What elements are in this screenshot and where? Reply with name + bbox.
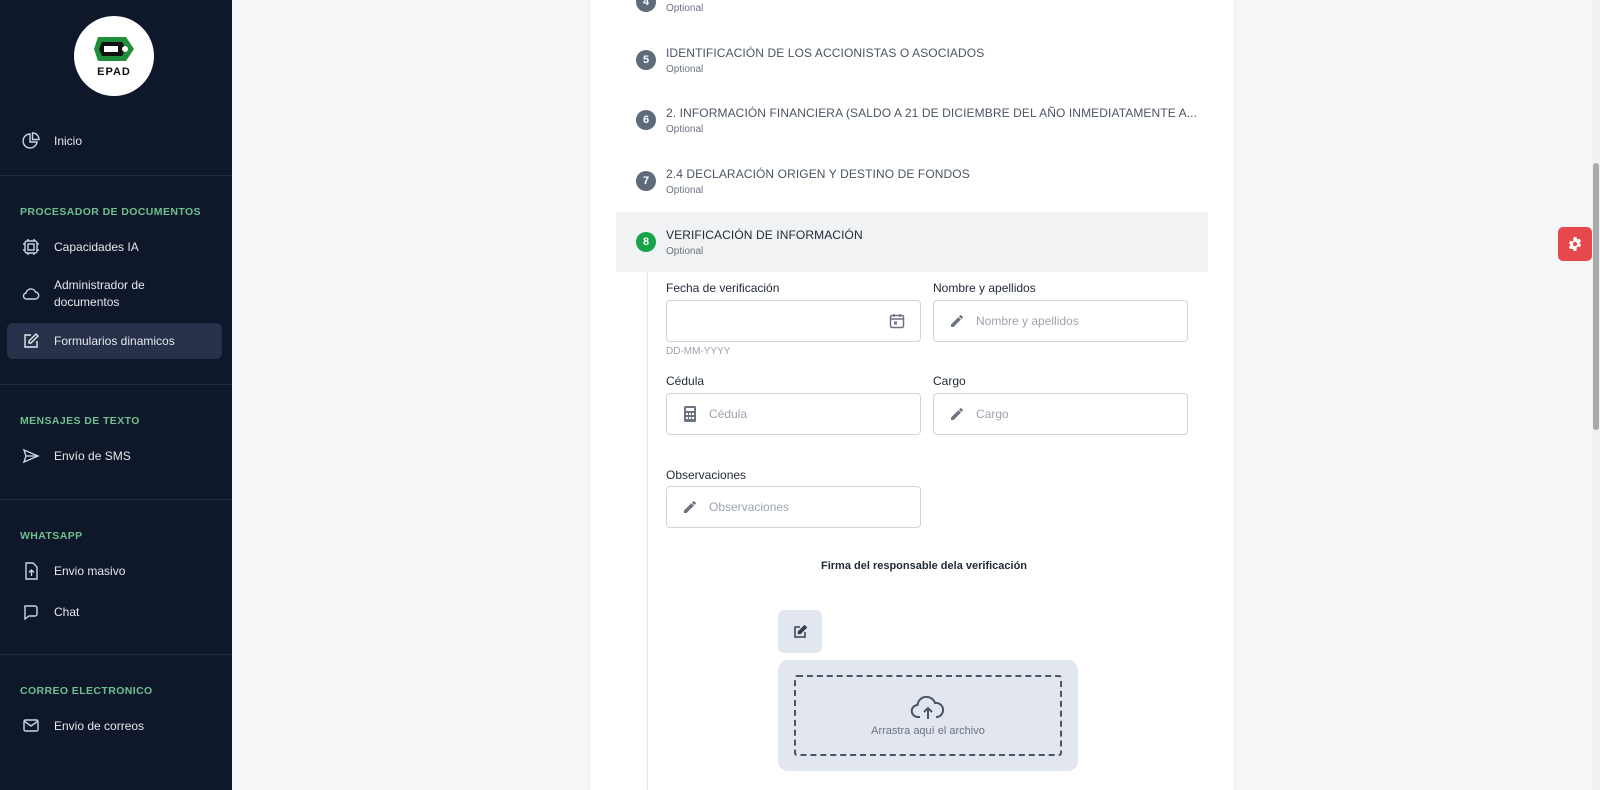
file-dropzone-area[interactable]: Arrastra aquí el archivo — [794, 675, 1062, 756]
sidebar-item-chat[interactable]: Chat — [7, 595, 222, 629]
sidebar-item-label: Envio de correos — [54, 718, 145, 733]
step-6[interactable]: 6 2. INFORMACIÓN FINANCIERA (SALDO A 21 … — [616, 100, 1208, 140]
step-8[interactable]: 8 VERIFICACIÓN DE INFORMACIÓN Optional — [616, 212, 1208, 272]
sidebar-item-label: Envio masivo — [54, 563, 126, 578]
sidebar-item-label: Administrador de documentos — [54, 278, 145, 309]
step-number: 8 — [636, 232, 656, 252]
sidebar-item-inicio[interactable]: Inicio — [7, 124, 222, 158]
signature-title: Firma del responsable dela verificación — [820, 560, 1028, 572]
step-number: 5 — [636, 50, 656, 70]
pencil-icon — [681, 498, 699, 516]
logo-text: EPAD — [97, 66, 131, 78]
section-title-mensajes: MENSAJES DE TEXTO — [20, 415, 140, 427]
fecha-hint: DD-MM-YYYY — [666, 346, 731, 357]
mail-icon — [21, 716, 41, 736]
calculator-icon — [681, 405, 699, 423]
section-title-procesador: PROCESADOR DE DOCUMENTOS — [20, 206, 201, 218]
epad-logo-icon — [94, 37, 134, 61]
dropzone-text: Arrastra aquí el archivo — [871, 724, 985, 737]
observaciones-input[interactable]: Observaciones — [666, 486, 921, 528]
step-optional: Optional — [666, 64, 704, 75]
sidebar-item-label: Inicio — [54, 133, 83, 148]
step-4[interactable]: 4 Optional — [616, 0, 1208, 16]
step-number: 6 — [636, 110, 656, 130]
sidebar-item-formularios-dinamicos[interactable]: Formularios dinamicos — [7, 323, 222, 359]
step-connector-line — [647, 272, 648, 790]
divider — [0, 654, 232, 655]
section-title-correo: CORREO ELECTRONICO — [20, 685, 153, 697]
step-7[interactable]: 7 2.4 DECLARACIÓN ORIGEN Y DESTINO DE FO… — [616, 161, 1208, 201]
cargo-label: Cargo — [933, 374, 966, 388]
file-dropzone[interactable]: Arrastra aquí el archivo — [778, 660, 1078, 771]
fecha-input[interactable] — [666, 300, 921, 342]
sidebar-item-administrador-documentos[interactable]: Administrador de documentos — [7, 276, 222, 312]
file-upload-icon — [21, 561, 41, 581]
divider — [0, 175, 232, 176]
sidebar-item-capacidades-ia[interactable]: Capacidades IA — [7, 230, 222, 264]
signature-edit-button[interactable] — [778, 610, 822, 653]
divider — [0, 499, 232, 500]
sidebar-item-label: Formularios dinamicos — [54, 333, 175, 348]
nombre-label: Nombre y apellidos — [933, 281, 1036, 295]
cedula-label: Cédula — [666, 374, 705, 388]
step-optional: Optional — [666, 3, 704, 14]
nombre-placeholder: Nombre y apellidos — [976, 314, 1079, 328]
calendar-icon[interactable] — [888, 312, 906, 330]
step-5[interactable]: 5 IDENTIFICACIÓN DE LOS ACCIONISTAS O AS… — [616, 40, 1208, 80]
cpu-icon — [21, 237, 41, 257]
sidebar: EPAD Inicio PROCESADOR DE DOCUMENTOS Cap… — [0, 0, 232, 790]
sidebar-item-label: Envío de SMS — [54, 448, 131, 463]
sidebar-item-envio-masivo[interactable]: Envio masivo — [7, 554, 222, 588]
step-title: 2.4 DECLARACIÓN ORIGEN Y DESTINO DE FOND… — [666, 167, 970, 181]
step-number: 4 — [636, 0, 656, 12]
cargo-input[interactable]: Cargo — [933, 393, 1188, 435]
edit-form-icon — [21, 331, 41, 351]
step-title: 2. INFORMACIÓN FINANCIERA (SALDO A 21 DE… — [666, 106, 1198, 120]
section-title-whatsapp: WHATSAPP — [20, 530, 83, 542]
step-title: IDENTIFICACIÓN DE LOS ACCIONISTAS O ASOC… — [666, 46, 985, 60]
gear-icon — [1568, 237, 1582, 251]
chat-icon — [21, 602, 41, 622]
cargo-placeholder: Cargo — [976, 407, 1009, 421]
sidebar-item-envio-correos[interactable]: Envio de correos — [7, 709, 222, 743]
step-optional: Optional — [666, 124, 704, 135]
scrollbar-thumb[interactable] — [1593, 163, 1599, 430]
observaciones-placeholder: Observaciones — [709, 500, 790, 514]
edit-icon — [794, 624, 808, 638]
cloud-upload-icon — [910, 695, 945, 719]
page-scrollbar[interactable] — [1592, 0, 1600, 790]
fecha-label: Fecha de verificación — [666, 281, 780, 295]
observaciones-label: Observaciones — [666, 468, 747, 482]
settings-button[interactable] — [1558, 227, 1592, 261]
sidebar-item-label: Chat — [54, 604, 80, 619]
nombre-input[interactable]: Nombre y apellidos — [933, 300, 1188, 342]
step-optional: Optional — [666, 185, 704, 196]
cloud-icon — [21, 284, 41, 304]
pie-chart-icon — [21, 131, 41, 151]
sidebar-item-label: Capacidades IA — [54, 239, 139, 254]
logo[interactable]: EPAD — [74, 16, 154, 96]
step-title: VERIFICACIÓN DE INFORMACIÓN — [666, 228, 863, 242]
cedula-placeholder: Cédula — [709, 407, 748, 421]
pencil-icon — [948, 405, 966, 423]
cedula-input[interactable]: Cédula — [666, 393, 921, 435]
divider — [0, 384, 232, 385]
step-optional: Optional — [666, 246, 704, 257]
step-number: 7 — [636, 171, 656, 191]
send-icon — [21, 446, 41, 466]
sidebar-item-envio-sms[interactable]: Envío de SMS — [7, 439, 222, 473]
pencil-icon — [948, 312, 966, 330]
